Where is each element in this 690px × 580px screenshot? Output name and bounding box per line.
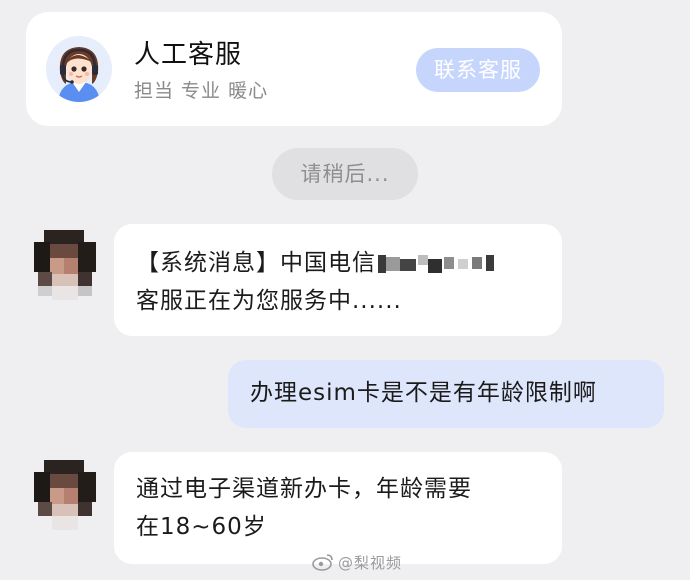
weibo-logo-icon	[312, 553, 334, 575]
message-line: 办理esim卡是不是有年龄限制啊	[250, 380, 597, 406]
agent-avatar-icon	[46, 36, 112, 102]
watermark-text: @梨视频	[338, 554, 403, 572]
agent-message-bubble: 【系统消息】中国电信 客服正在为您服务中......	[114, 224, 562, 336]
agent-service-card: 人工客服 担当 专业 暖心 联系客服	[26, 12, 562, 126]
message-line: 【系统消息】中国电信	[136, 250, 376, 276]
message-line: 通过电子渠道新办卡，年龄需要	[136, 476, 472, 502]
wait-status-pill: 请稍后...	[272, 148, 418, 200]
agent-message-bubble: 通过电子渠道新办卡，年龄需要 在18~60岁	[114, 452, 562, 564]
message-line: 客服正在为您服务中......	[136, 288, 402, 314]
agent-card-title: 人工客服	[134, 40, 243, 70]
agent-card-subtitle: 担当 专业 暖心	[134, 80, 269, 102]
user-message-bubble: 办理esim卡是不是有年龄限制啊	[228, 360, 664, 428]
contact-service-button[interactable]: 联系客服	[416, 48, 540, 92]
agent-avatar-blurred-icon	[30, 228, 100, 300]
agent-avatar-blurred-icon	[30, 458, 100, 530]
watermark: @梨视频	[312, 552, 402, 575]
redacted-text-mosaic	[378, 251, 496, 277]
message-line: 在18~60岁	[136, 514, 267, 540]
